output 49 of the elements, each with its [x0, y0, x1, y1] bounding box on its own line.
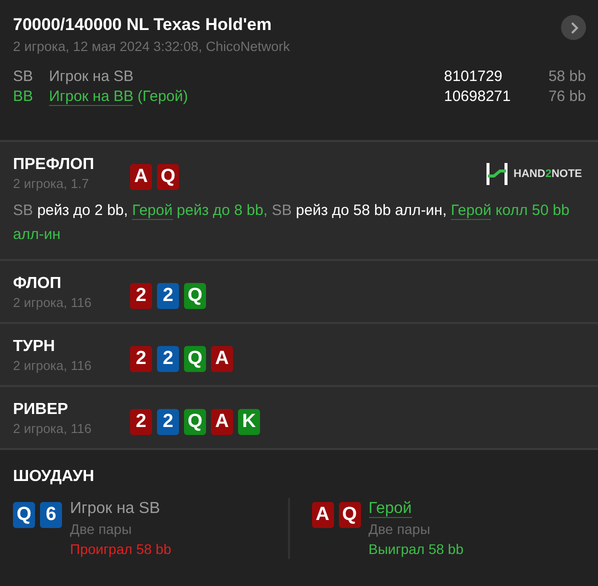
playing-card: A [211, 346, 233, 372]
playing-card: 2 [130, 409, 152, 435]
logo-icon [486, 162, 508, 186]
playing-card: Q [184, 346, 206, 372]
playing-card: A [211, 409, 233, 435]
street-info: 2 игрока, 116 [13, 358, 92, 373]
street-title: ТУРН [13, 338, 56, 356]
position-label: BB [13, 88, 34, 105]
playing-card: Q [338, 502, 360, 528]
playing-card: Q [184, 283, 206, 309]
hand-result: Проиграл 58 bb [70, 540, 172, 559]
playing-card: 2 [130, 346, 152, 372]
chevron-right-icon [568, 22, 578, 34]
playing-card: A [130, 164, 152, 190]
playing-card: A [312, 502, 334, 528]
player-link[interactable]: Герой [368, 500, 412, 518]
playing-card: K [238, 409, 260, 435]
playing-card: 2 [157, 283, 179, 309]
showdown-title: ШОУДАУН [13, 468, 96, 486]
stack-bb: 58 bb [547, 68, 586, 85]
street-info: 2 игрока, 1.7 [13, 176, 90, 191]
street-info: 2 игрока, 116 [13, 295, 92, 310]
hand-info: 2 игрока, 12 мая 2024 3:32:08, ChicoNetwork [13, 39, 290, 54]
playing-card: 6 [40, 502, 62, 528]
stack-amount: 8101729 [444, 68, 504, 85]
action-summary: SB рейз до 2 bb, Герой рейз до 8 bb, SB рейз до 58 bb алл-ин, Герой колл 50 bb алл-ин [13, 201, 570, 245]
logo-text: HAND2NOTE [514, 168, 582, 180]
street-title: ФЛОП [13, 275, 62, 293]
street-info: 2 игрока, 116 [13, 421, 92, 436]
hand-combination: Две пары [368, 520, 432, 539]
hand-title: 70000/140000 NL Texas Hold'em [13, 15, 273, 35]
player-name: Игрок на SB [70, 500, 160, 517]
playing-card: Q [13, 502, 35, 528]
player-link[interactable]: Игрок на BB [49, 88, 134, 106]
street-title: ПРЕФЛОП [13, 156, 96, 174]
playing-card: 2 [130, 283, 152, 309]
hand-combination: Две пары [70, 520, 133, 539]
position-label: SB [13, 68, 34, 85]
next-button[interactable] [561, 15, 586, 40]
playing-card: Q [157, 164, 179, 190]
stack-bb: 76 bb [547, 88, 586, 105]
playing-card: 2 [157, 409, 179, 435]
hero-tag: (Герой) [137, 88, 188, 105]
playing-card: Q [184, 409, 206, 435]
stack-amount: 10698271 [444, 88, 512, 105]
player-name: Игрок на SB [49, 68, 134, 85]
playing-card: 2 [157, 346, 179, 372]
hand-result: Выиграл 58 bb [368, 540, 464, 559]
street-title: РИВЕР [13, 401, 70, 419]
